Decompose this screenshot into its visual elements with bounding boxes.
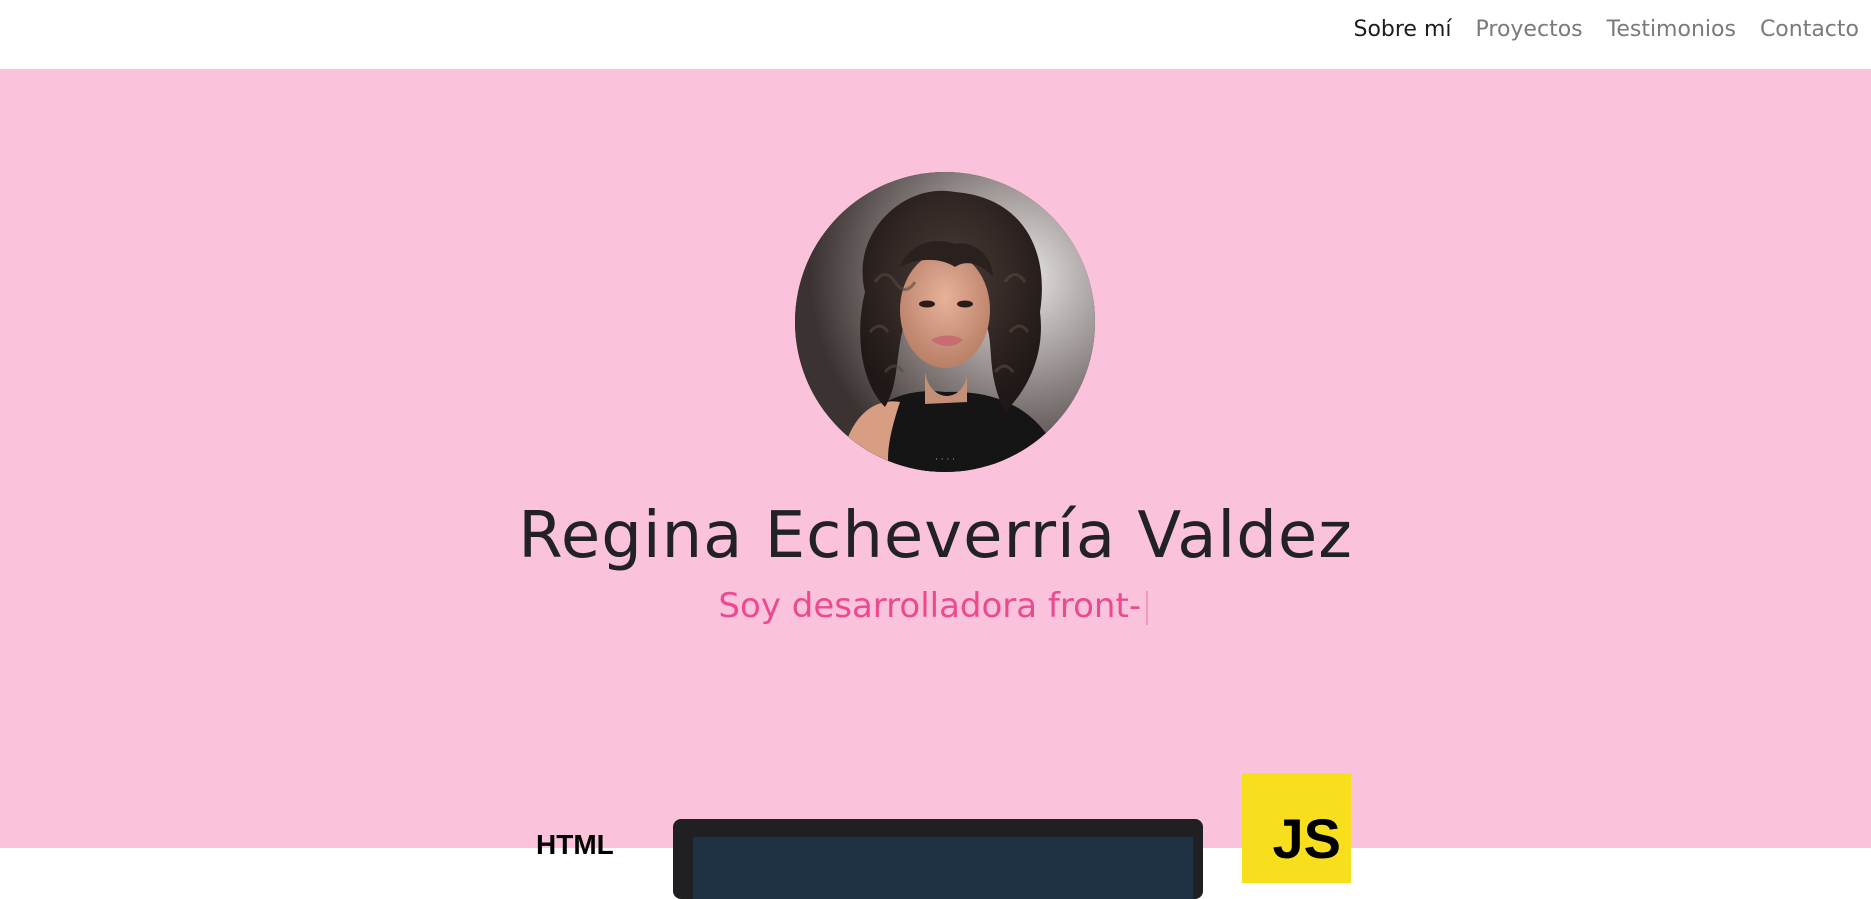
nav-link-testimonios[interactable]: Testimonios [1595,17,1748,42]
nav-item-sobre-mi: Sobre mí [1341,17,1463,42]
javascript-logo-text: JS [1272,807,1342,870]
navbar: Sobre mí Proyectos Testimonios Contacto [0,0,1871,69]
hero-section: · · · · Regina Echeverría Valdez Soy des… [0,69,1871,899]
code-editor-screen [693,837,1193,899]
skills-strip: HTML JS [0,69,1871,899]
nav-item-contacto: Contacto [1748,17,1871,42]
nav-link-contacto[interactable]: Contacto [1748,17,1871,42]
nav-link-sobre-mi[interactable]: Sobre mí [1341,17,1463,42]
nav-link-proyectos[interactable]: Proyectos [1464,17,1595,42]
nav-list: Sobre mí Proyectos Testimonios Contacto [1341,0,1871,58]
javascript-logo-icon: JS [1242,773,1351,883]
html-label: HTML [536,829,614,860]
nav-item-proyectos: Proyectos [1464,17,1595,42]
nav-item-testimonios: Testimonios [1595,17,1748,42]
code-editor-icon [673,819,1203,899]
